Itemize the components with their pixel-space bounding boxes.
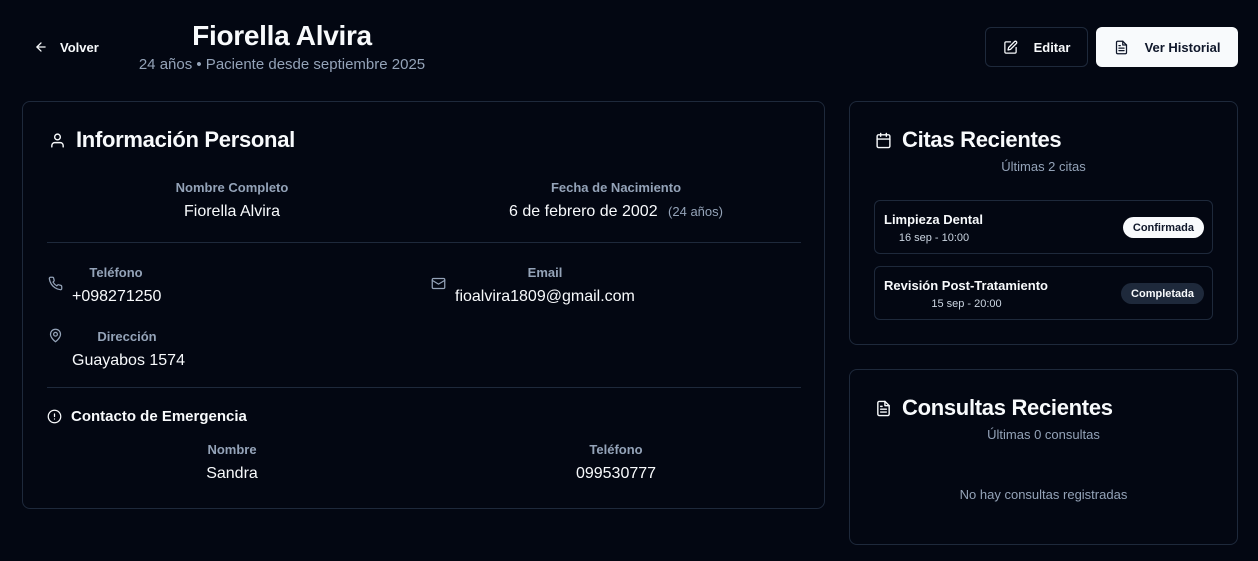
appointments-title: Citas Recientes (875, 127, 1062, 153)
page-subtitle: 24 años • Paciente desde septiembre 2025 (138, 56, 426, 73)
map-pin-icon (48, 328, 63, 343)
email-label: Email (527, 265, 563, 280)
divider (47, 242, 801, 243)
appointment-item[interactable]: Revisión Post-Tratamiento 15 sep - 20:00… (874, 266, 1213, 320)
birth-date-text: 6 de febrero de 2002 (509, 203, 658, 220)
phone-icon (48, 276, 63, 291)
status-badge: Completada (1121, 283, 1204, 304)
emergency-name-label: Nombre (207, 442, 257, 457)
view-history-label: Ver Historial (1144, 39, 1221, 55)
appointments-subtitle: Últimas 2 citas (1001, 159, 1086, 174)
recent-consultations-card: Consultas Recientes Últimas 0 consultas … (849, 369, 1238, 545)
user-icon (49, 132, 66, 149)
consultations-title: Consultas Recientes (875, 395, 1113, 421)
divider (47, 387, 801, 388)
birth-date-label: Fecha de Nacimiento (550, 180, 682, 195)
calendar-icon (875, 132, 892, 149)
personal-info-card: Información Personal Nombre Completo Fio… (22, 101, 825, 509)
birth-date-value: 6 de febrero de 2002 (24 años) (431, 203, 801, 221)
edit-button[interactable]: Editar (985, 27, 1088, 67)
alert-circle-icon (47, 409, 62, 424)
appointment-time: 16 sep - 10:00 (898, 232, 970, 244)
edit-label: Editar (1033, 39, 1071, 55)
address-value: Guayabos 1574 (72, 352, 185, 369)
appointment-time: 15 sep - 20:00 (931, 298, 1002, 310)
age-note: (24 años) (668, 204, 723, 219)
emergency-name-value: Sandra (206, 465, 258, 482)
personal-info-title: Información Personal (49, 127, 295, 153)
edit-icon (1003, 40, 1018, 55)
file-text-icon (875, 400, 892, 417)
mail-icon (431, 276, 446, 291)
appointment-name: Limpieza Dental (884, 212, 983, 227)
consultations-subtitle: Últimas 0 consultas (987, 427, 1100, 442)
empty-state-text: No hay consultas registradas (959, 487, 1128, 502)
appointment-name: Revisión Post-Tratamiento (884, 278, 1048, 293)
appointment-item[interactable]: Limpieza Dental 16 sep - 10:00 Confirmad… (874, 200, 1213, 254)
recent-appointments-card: Citas Recientes Últimas 2 citas Limpieza… (849, 101, 1238, 345)
address-label: Dirección (97, 329, 157, 344)
status-badge: Confirmada (1122, 217, 1204, 238)
appointments-title-text: Citas Recientes (902, 127, 1062, 152)
full-name-label: Nombre Completo (175, 180, 289, 195)
file-text-icon (1114, 40, 1129, 55)
email-value: fioalvira1809@gmail.com (455, 288, 635, 305)
page-title: Fiorella Alvira (192, 20, 372, 51)
emergency-phone-value: 099530777 (575, 465, 657, 482)
consultations-title-text: Consultas Recientes (902, 395, 1113, 420)
phone-value: +098271250 (72, 288, 162, 305)
emergency-contact-title: Contacto de Emergencia (47, 408, 247, 425)
view-history-button[interactable]: Ver Historial (1096, 27, 1238, 67)
emergency-contact-title-text: Contacto de Emergencia (71, 408, 247, 425)
personal-info-title-text: Información Personal (76, 127, 295, 152)
emergency-phone-label: Teléfono (589, 442, 643, 457)
full-name-value: Fiorella Alvira (183, 203, 281, 220)
phone-label: Teléfono (89, 265, 143, 280)
